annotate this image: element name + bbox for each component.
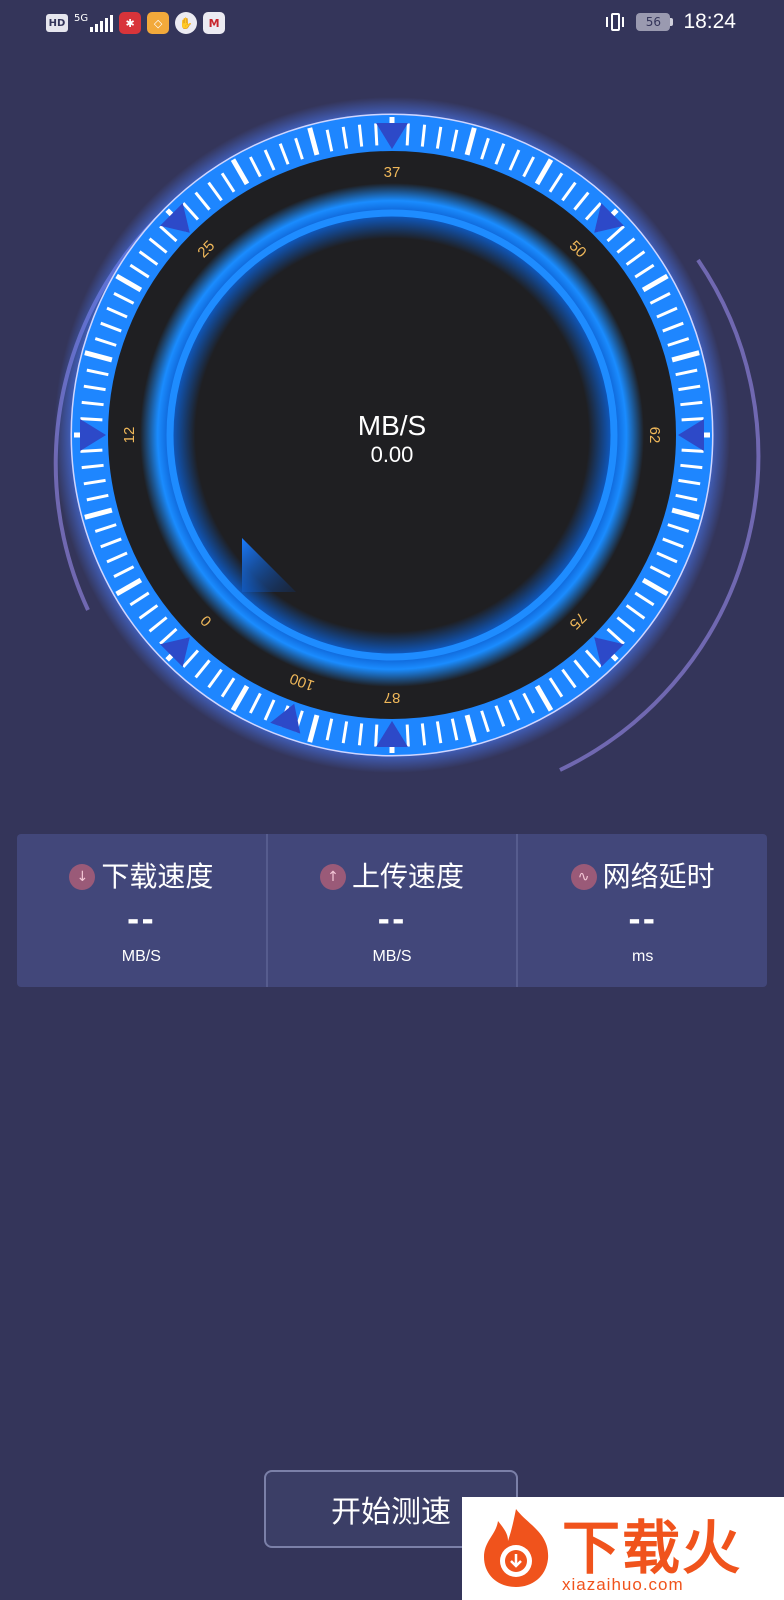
flame-logo-icon [484,1509,549,1587]
gauge-tick [681,417,704,422]
gauge-tick [681,448,704,453]
status-bar: HD 5G ✱ ◇ ✋ M 56 18:24 [0,0,784,48]
gauge-scale-label: 87 [384,689,401,706]
download-speed-title: 下载速度 [101,860,214,893]
latency-title: 网络延时 [602,860,715,893]
gauge-tick [405,724,410,747]
hd-badge: HD [46,14,68,32]
status-time: 18:24 [683,10,736,33]
battery-level: 56 [636,13,671,31]
download-speed-card: ↓ 下载速度 -- MB/S [17,834,266,987]
gauge-unit: MB/S [357,410,427,441]
gauge-readout: MB/S 0.00 [292,410,492,468]
download-arrow-icon: ↓ [69,864,96,890]
gauge-tick [374,724,379,747]
gauge-scale-label: 37 [384,164,401,181]
signal-icon: 5G [74,13,114,32]
upload-speed-title: 上传速度 [352,860,465,893]
gauge-value: 0.00 [370,442,414,467]
app-screen: HD 5G ✱ ◇ ✋ M 56 18:24 0 12 25 37 50 62 … [0,0,784,1600]
wave-icon: ∿ [570,864,597,890]
gauge-tick [80,448,103,453]
stats-panel: ↓ 下载速度 -- MB/S ↑ 上传速度 -- MB/S ∿ 网络延时 -- … [17,834,768,987]
battery-icon: 56 [636,13,674,31]
watermark-url: xiazaihuo.com [562,1575,684,1594]
network-type-label: 5G [74,13,89,24]
upload-speed-unit: MB/S [372,948,412,965]
upload-arrow-icon: ↑ [320,864,346,890]
watermark-text: 下载火 [562,1514,743,1582]
bank-logo-icon: M [203,12,226,34]
upload-speed-card: ↑ 上传速度 -- MB/S [265,834,517,987]
app-notification-icon: ✱ [119,12,142,34]
gauge-scale-label: 12 [121,427,138,444]
hand-icon: ✋ [175,12,198,34]
latency-card: ∿ 网络延时 -- ms [516,834,768,987]
shield-icon: ◇ [147,12,170,34]
gauge-scale-label: 62 [646,427,663,444]
gauge-tick [374,123,379,146]
latency-unit: ms [632,948,654,965]
gauge-tick [80,417,103,422]
download-speed-unit: MB/S [121,948,161,965]
download-speed-value: -- [126,903,156,938]
vibrate-icon [604,11,626,33]
watermark: 下载火 xiazaihuo.com [462,1497,784,1600]
speed-gauge: 0 12 25 37 50 62 75 87 100 MB/S 0.00 [0,70,784,810]
gauge-tick [405,123,410,146]
upload-speed-value: -- [377,903,407,938]
latency-value: -- [628,903,658,938]
